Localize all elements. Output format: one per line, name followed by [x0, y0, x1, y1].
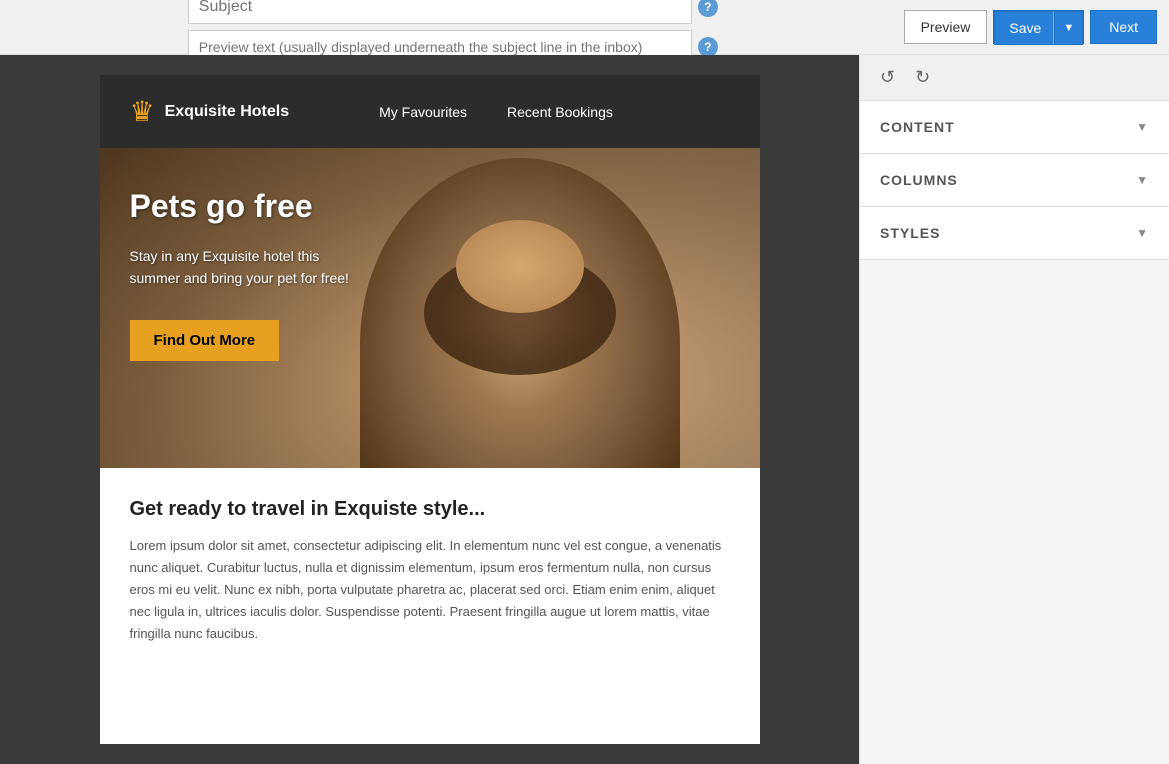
subject-help-icon[interactable]: ? [698, 0, 718, 17]
email-preview-area: ♛ Exquisite Hotels My Favourites Recent … [0, 55, 859, 764]
redo-button[interactable]: ↻ [909, 65, 936, 90]
nav-link-favourites[interactable]: My Favourites [379, 104, 467, 120]
subject-input[interactable] [188, 0, 692, 24]
top-bar: ? ? Preview Save ▼ Next [0, 0, 1169, 55]
body-heading: Get ready to travel in Exquiste style... [130, 498, 730, 521]
body-text: Lorem ipsum dolor sit amet, consectetur … [130, 535, 730, 645]
top-bar-actions: Preview Save ▼ Next [904, 10, 1157, 44]
hero-body-text: Stay in any Exquisite hotel this summer … [130, 245, 370, 290]
accordion-styles: STYLES ▼ [860, 207, 1169, 260]
crown-icon: ♛ [130, 95, 155, 128]
subject-row: ? [188, 0, 718, 24]
hero-section: Pets go free Stay in any Exquisite hotel… [100, 148, 760, 468]
save-button[interactable]: Save [994, 11, 1054, 45]
accordion-content-chevron: ▼ [1136, 120, 1149, 134]
accordion-columns-chevron: ▼ [1136, 173, 1149, 187]
accordion-content-header[interactable]: CONTENT ▼ [860, 101, 1169, 153]
email-nav: My Favourites Recent Bookings [379, 104, 613, 120]
accordion-columns-label: COLUMNS [880, 172, 958, 188]
save-button-group: Save ▼ [993, 10, 1084, 44]
right-panel: ↺ ↻ CONTENT ▼ COLUMNS ▼ STYLES ▼ [859, 55, 1169, 764]
accordion-columns: COLUMNS ▼ [860, 154, 1169, 207]
accordion-content-label: CONTENT [880, 119, 955, 135]
accordion-columns-header[interactable]: COLUMNS ▼ [860, 154, 1169, 206]
accordion-content: CONTENT ▼ [860, 101, 1169, 154]
email-header: ♛ Exquisite Hotels My Favourites Recent … [100, 75, 760, 148]
preview-help-icon[interactable]: ? [698, 37, 718, 57]
main-area: ♛ Exquisite Hotels My Favourites Recent … [0, 55, 1169, 764]
save-dropdown-button[interactable]: ▼ [1054, 11, 1083, 45]
undo-button[interactable]: ↺ [874, 65, 901, 90]
hero-title: Pets go free [130, 188, 370, 225]
email-container: ♛ Exquisite Hotels My Favourites Recent … [100, 75, 760, 744]
preview-button[interactable]: Preview [904, 10, 988, 44]
email-body: Get ready to travel in Exquiste style...… [100, 468, 760, 675]
hero-cta-button[interactable]: Find Out More [130, 320, 280, 361]
hero-content: Pets go free Stay in any Exquisite hotel… [130, 188, 370, 361]
nav-link-bookings[interactable]: Recent Bookings [507, 104, 613, 120]
next-button[interactable]: Next [1090, 10, 1157, 44]
logo-text: Exquisite Hotels [165, 102, 289, 121]
accordion-styles-chevron: ▼ [1136, 226, 1149, 240]
logo-area: ♛ Exquisite Hotels [130, 95, 290, 128]
accordion-styles-header[interactable]: STYLES ▼ [860, 207, 1169, 259]
accordion-styles-label: STYLES [880, 225, 940, 241]
panel-toolbar: ↺ ↻ [860, 55, 1169, 101]
